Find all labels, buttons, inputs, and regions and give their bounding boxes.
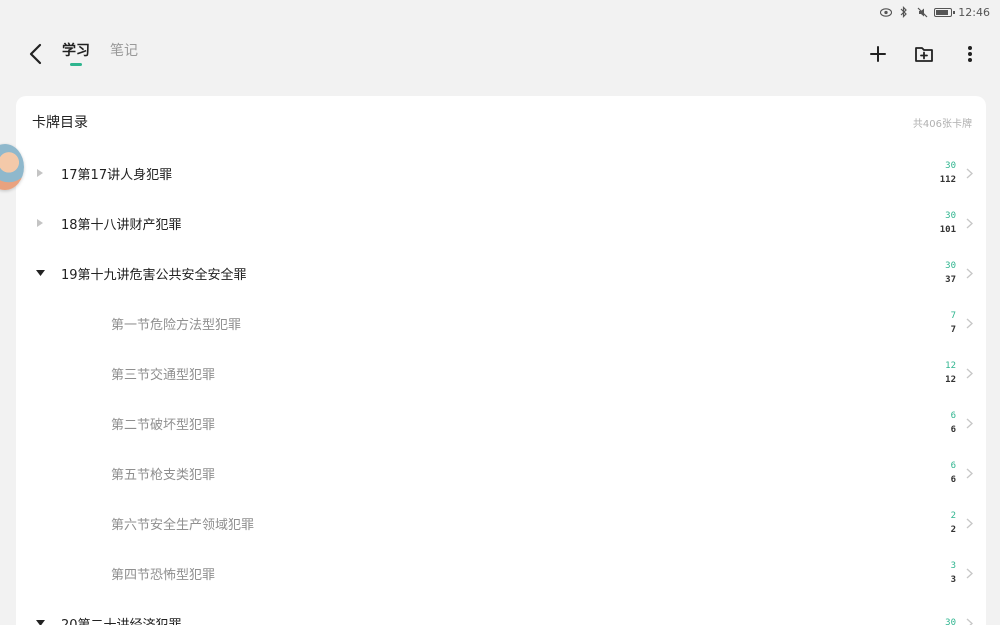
chevron-right-icon [964,467,974,479]
deck-counts: 2 2 [951,509,956,537]
card-header: 卡牌目录 共406张卡牌 [16,96,986,148]
more-button[interactable] [958,42,982,66]
new-count: 30 [945,261,956,271]
caret-right-icon [37,219,43,227]
deck-counts: 30 101 [940,209,956,237]
total-count: 12 [945,375,956,385]
card-title: 卡牌目录 [32,115,88,131]
total-count: 112 [939,175,956,185]
eye-icon [880,6,893,18]
new-count: 7 [950,311,956,321]
subdeck-label: 第六节安全生产领域犯罪 [111,517,255,533]
deck-row[interactable]: 17第17讲人身犯罪 30 112 [16,148,986,198]
add-button[interactable] [866,42,890,66]
status-time: 12:46 [958,5,990,19]
caret-down-icon [35,270,45,276]
subdeck-label: 第二节破坏型犯罪 [111,417,216,433]
app-bar: 学习 笔记 [0,30,1000,80]
deck-counts: 6 6 [951,409,956,437]
subdeck-row[interactable]: 第六节安全生产领域犯罪 2 2 [16,498,986,548]
card-catalog: 卡牌目录 共406张卡牌 17第17讲人身犯罪 30 112 18第十八讲财产犯… [16,96,986,625]
chevron-right-icon [964,267,974,279]
deck-counts: 7 7 [951,309,956,337]
add-folder-button[interactable] [912,42,936,66]
new-count: 30 [945,161,956,171]
deck-label: 17第17讲人身犯罪 [61,167,173,183]
new-count: 6 [950,411,956,421]
subdeck-label: 第三节交通型犯罪 [111,367,216,383]
collapse-toggle[interactable] [32,615,48,625]
subdeck-label: 第四节恐怖型犯罪 [111,567,216,583]
tab-notes[interactable]: 笔记 [110,40,138,66]
deck-label: 19第十九讲危害公共安全安全罪 [61,267,247,283]
chevron-right-icon [964,367,974,379]
deck-counts: 30 37 [945,259,956,287]
deck-counts: 30 112 [940,159,956,187]
total-count: 37 [945,275,956,285]
new-count: 30 [945,211,956,221]
subdeck-row[interactable]: 第三节交通型犯罪 12 12 [16,348,986,398]
chevron-right-icon [964,417,974,429]
subdeck-row[interactable]: 第五节枪支类犯罪 6 6 [16,448,986,498]
bluetooth-icon [898,6,910,18]
total-count: 2 [950,525,956,535]
back-button[interactable] [22,41,48,67]
chevron-right-icon [964,617,974,625]
deck-row[interactable]: 19第十九讲危害公共安全安全罪 30 37 [16,248,986,298]
chevron-right-icon [964,517,974,529]
deck-counts: 3 3 [951,559,956,587]
subdeck-label: 第五节枪支类犯罪 [111,467,216,483]
more-vertical-icon [968,46,972,62]
back-icon [29,43,42,65]
tab-bar: 学习 笔记 [62,40,138,66]
deck-counts: 6 6 [951,459,956,487]
deck-row[interactable]: 20第二十讲经济犯罪 30 [16,598,986,625]
card-total-count: 共406张卡牌 [912,118,972,130]
status-bar: 12:46 [0,0,1000,24]
caret-down-icon [35,620,45,625]
expand-toggle[interactable] [32,165,48,181]
chevron-right-icon [964,317,974,329]
battery-icon [934,7,956,17]
new-count: 30 [945,618,956,625]
subdeck-row[interactable]: 第二节破坏型犯罪 6 6 [16,398,986,448]
deck-counts: 30 [945,616,956,625]
mute-icon [916,6,928,18]
deck-label: 18第十八讲财产犯罪 [61,217,182,233]
deck-counts: 12 12 [945,359,956,387]
caret-right-icon [37,169,43,177]
tab-study[interactable]: 学习 [62,40,90,66]
deck-row[interactable]: 18第十八讲财产犯罪 30 101 [16,198,986,248]
folder-add-icon [915,47,933,62]
total-count: 3 [950,575,956,585]
chevron-right-icon [964,567,974,579]
total-count: 101 [939,225,956,235]
deck-label: 20第二十讲经济犯罪 [61,617,182,625]
subdeck-row[interactable]: 第一节危险方法型犯罪 7 7 [16,298,986,348]
chevron-right-icon [964,167,974,179]
new-count: 2 [950,511,956,521]
chevron-right-icon [964,217,974,229]
new-count: 6 [950,461,956,471]
new-count: 12 [945,361,956,371]
total-count: 6 [950,475,956,485]
expand-toggle[interactable] [32,215,48,231]
action-bar [866,42,982,66]
total-count: 6 [950,425,956,435]
collapse-toggle[interactable] [32,265,48,281]
new-count: 3 [950,561,956,571]
subdeck-label: 第一节危险方法型犯罪 [111,317,242,333]
plus-icon [870,46,886,62]
subdeck-row[interactable]: 第四节恐怖型犯罪 3 3 [16,548,986,598]
total-count: 7 [950,325,956,335]
